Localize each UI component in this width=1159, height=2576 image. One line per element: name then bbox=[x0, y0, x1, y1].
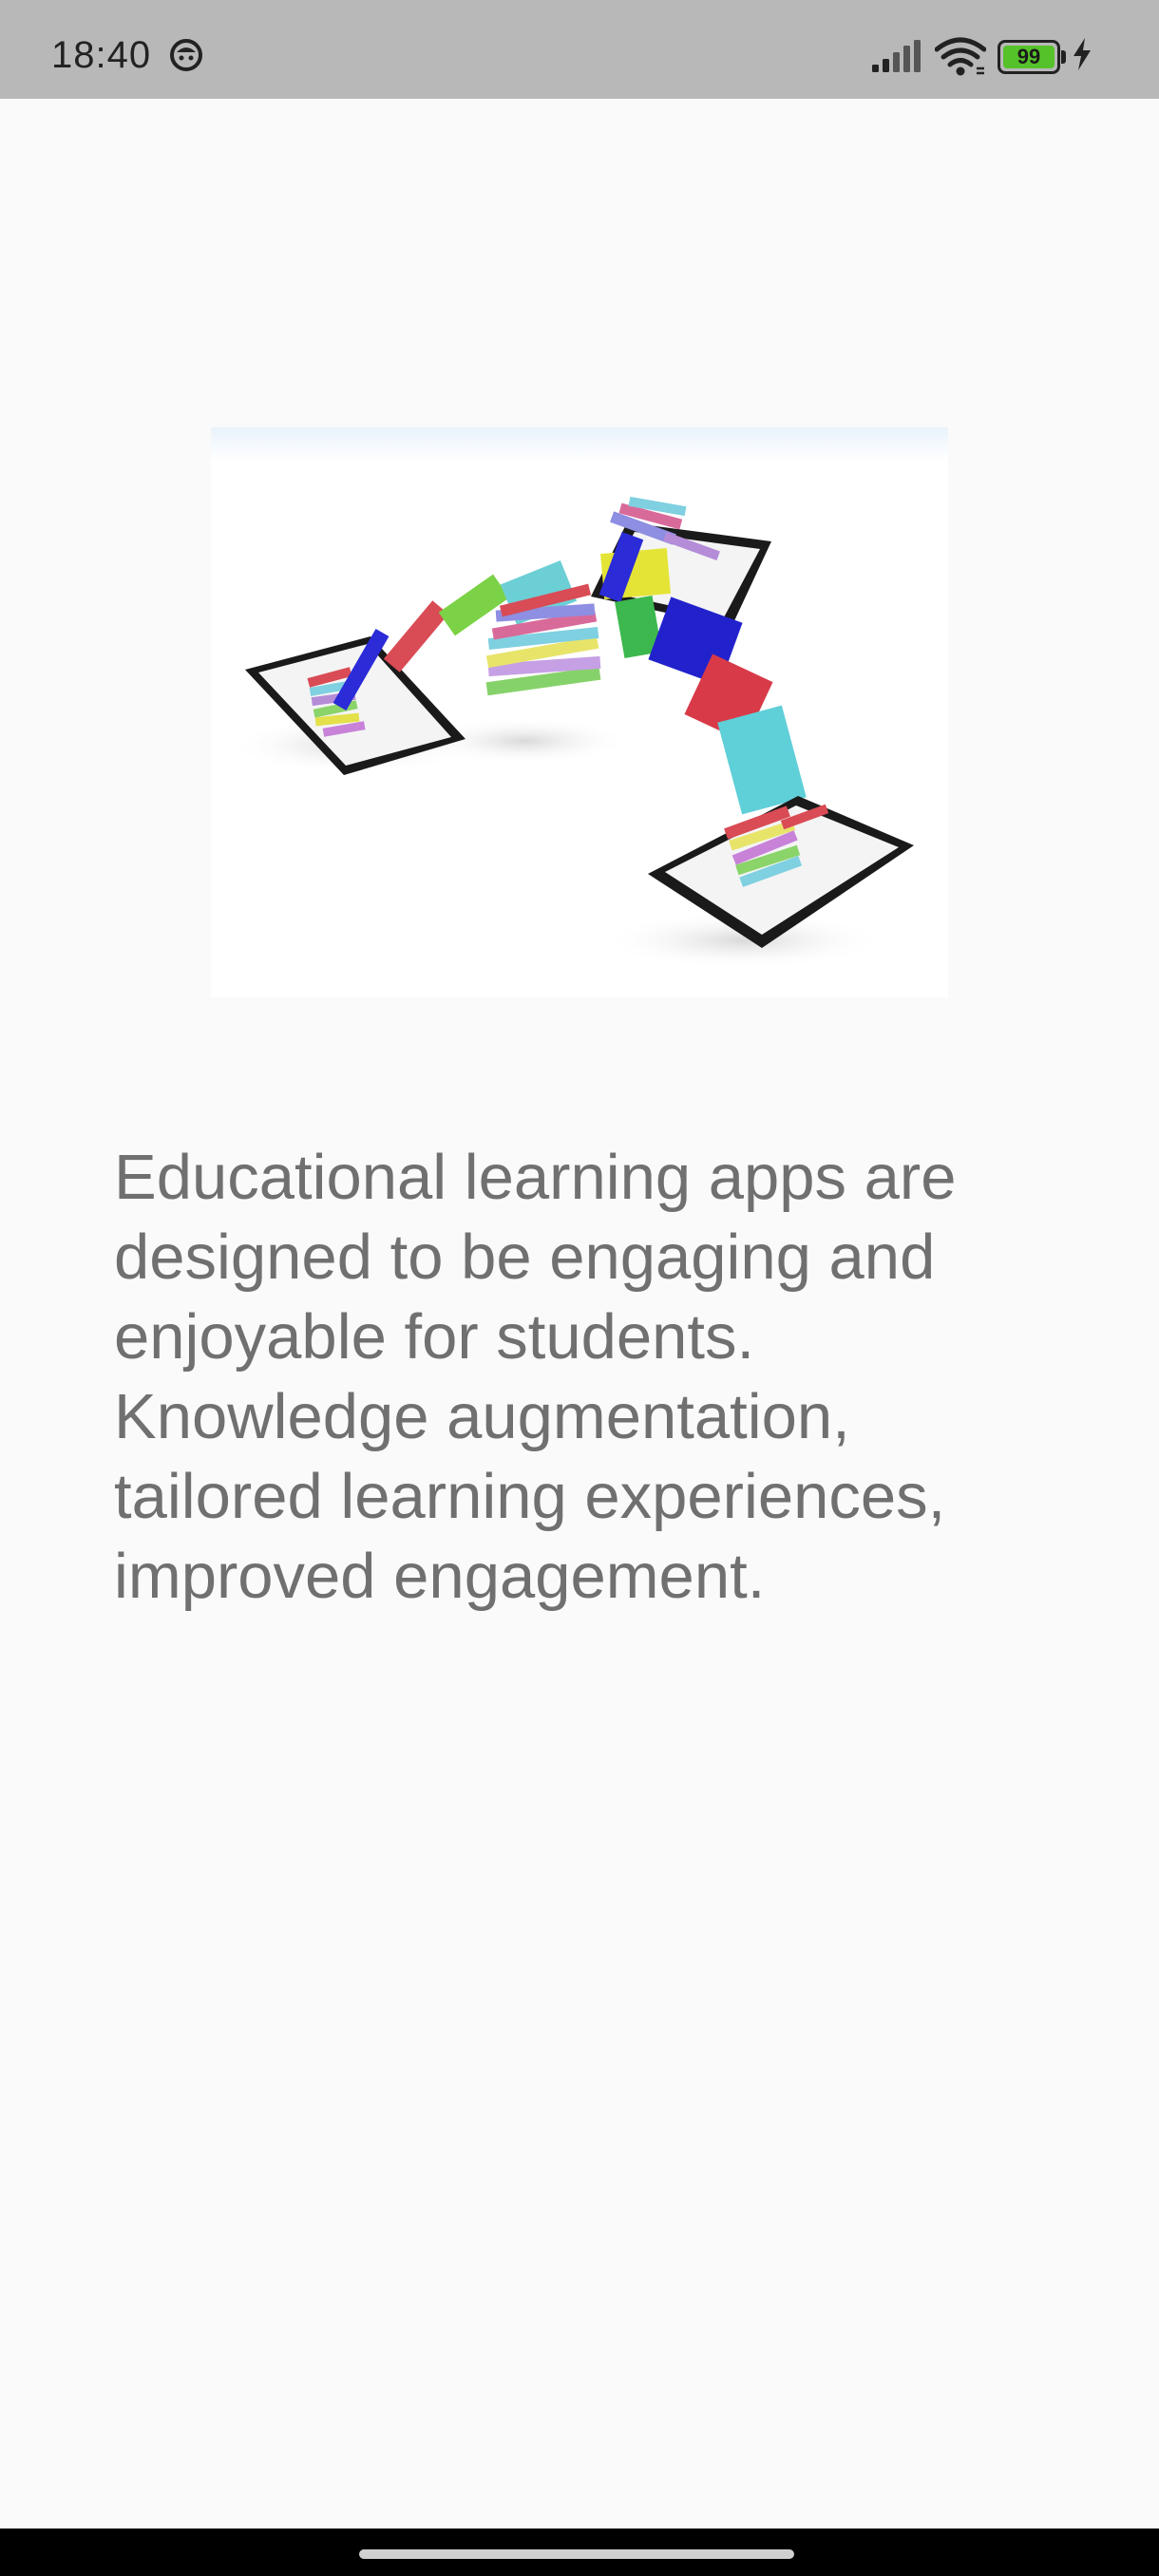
status-bar: 18:40 99 bbox=[0, 0, 1159, 99]
battery-icon: 99 bbox=[998, 40, 1066, 74]
navigation-bar bbox=[0, 2529, 1159, 2576]
onboarding-description: Educational learning apps are designed t… bbox=[114, 1142, 957, 1612]
battery-level: 99 bbox=[1003, 45, 1054, 68]
status-time: 18:40 bbox=[51, 34, 152, 76]
charging-icon bbox=[1074, 38, 1091, 70]
app-notification-icon bbox=[170, 39, 202, 71]
signal-icon bbox=[872, 40, 921, 72]
wifi-icon bbox=[935, 37, 986, 76]
home-indicator[interactable] bbox=[359, 2549, 794, 2559]
hero-illustration bbox=[211, 427, 948, 997]
